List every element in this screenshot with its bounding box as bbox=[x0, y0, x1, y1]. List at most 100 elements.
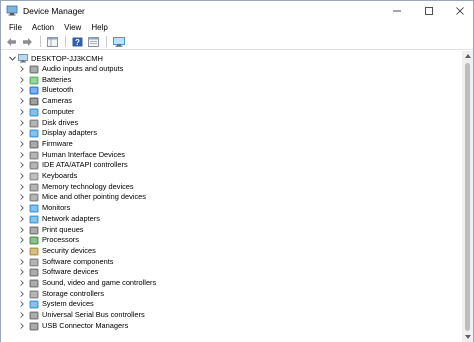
tree-item[interactable]: Software components bbox=[1, 257, 462, 268]
tree-item[interactable]: Display adapters bbox=[1, 128, 462, 139]
tree-item-label: Computer bbox=[42, 106, 75, 116]
chevron-right-icon[interactable] bbox=[19, 75, 25, 85]
menu-bar: File Action View Help bbox=[1, 21, 473, 34]
scrollbar-thumb[interactable] bbox=[465, 63, 470, 331]
chevron-right-icon[interactable] bbox=[19, 160, 25, 170]
tree-item-label: Processors bbox=[42, 235, 79, 245]
chevron-right-icon[interactable] bbox=[19, 214, 25, 224]
tree-item[interactable]: Universal Serial Bus controllers bbox=[1, 310, 462, 321]
window-title: Device Manager bbox=[23, 6, 85, 16]
tree-item[interactable]: Computer bbox=[1, 107, 462, 118]
chevron-right-icon[interactable] bbox=[19, 118, 25, 128]
bluetooth-icon bbox=[29, 86, 39, 95]
tree-item[interactable]: Software devices bbox=[1, 267, 462, 278]
maximize-icon bbox=[425, 7, 433, 15]
chevron-right-icon[interactable] bbox=[19, 267, 25, 277]
tree-item[interactable]: Processors bbox=[1, 235, 462, 246]
memory-icon bbox=[29, 183, 39, 192]
scan-monitor-icon bbox=[112, 36, 125, 47]
device-tree: DESKTOP-JJ3KCMH Audio inputs and outputs… bbox=[1, 51, 462, 342]
tree-item[interactable]: Print queues bbox=[1, 225, 462, 236]
scroll-up-button[interactable] bbox=[462, 51, 473, 61]
tree-item-label: Mice and other pointing devices bbox=[42, 192, 146, 202]
chevron-right-icon[interactable] bbox=[19, 107, 25, 117]
menu-view[interactable]: View bbox=[59, 21, 86, 34]
menu-file[interactable]: File bbox=[1, 21, 27, 34]
tree-item-label: System devices bbox=[42, 299, 94, 309]
chevron-down-icon[interactable] bbox=[8, 53, 16, 64]
chevron-right-icon[interactable] bbox=[19, 310, 25, 320]
chevron-right-icon[interactable] bbox=[19, 257, 25, 267]
tree-item[interactable]: USB Connector Managers bbox=[1, 321, 462, 332]
chevron-right-icon[interactable] bbox=[19, 128, 25, 138]
chevron-right-icon[interactable] bbox=[19, 96, 25, 106]
tree-item-label: Audio inputs and outputs bbox=[42, 64, 124, 73]
chevron-right-icon[interactable] bbox=[19, 235, 25, 245]
tree-item[interactable]: Sound, video and game controllers bbox=[1, 278, 462, 289]
properties-button[interactable] bbox=[86, 35, 101, 48]
chevron-right-icon[interactable] bbox=[19, 85, 25, 95]
minimize-icon bbox=[393, 10, 401, 12]
chevron-right-icon[interactable] bbox=[19, 171, 25, 181]
chevron-right-icon[interactable] bbox=[19, 150, 25, 160]
device-manager-window: Device Manager File Action View Help ? D… bbox=[0, 0, 474, 342]
maximize-button[interactable] bbox=[413, 1, 445, 21]
tree-item-label: Security devices bbox=[42, 245, 96, 255]
tree-item[interactable]: Batteries bbox=[1, 75, 462, 86]
chevron-right-icon[interactable] bbox=[19, 64, 25, 74]
forward-button[interactable] bbox=[20, 35, 35, 48]
close-button[interactable] bbox=[444, 1, 474, 21]
scroll-down-arrow-icon bbox=[464, 335, 471, 339]
chevron-right-icon[interactable] bbox=[19, 246, 25, 256]
tree-item-label: Cameras bbox=[42, 96, 72, 106]
tree-item[interactable]: Monitors bbox=[1, 203, 462, 214]
disk-icon bbox=[29, 119, 39, 127]
chevron-right-icon[interactable] bbox=[19, 139, 25, 149]
tree-item[interactable]: Bluetooth bbox=[1, 85, 462, 96]
tree-item[interactable]: Keyboards bbox=[1, 171, 462, 182]
audio-icon bbox=[29, 65, 39, 74]
tree-item[interactable]: Memory technology devices bbox=[1, 182, 462, 193]
scroll-down-button[interactable] bbox=[462, 332, 473, 342]
tree-item[interactable]: Disk drives bbox=[1, 118, 462, 129]
tree-item[interactable]: Mice and other pointing devices bbox=[1, 192, 462, 203]
tree-item[interactable]: Human Interface Devices bbox=[1, 150, 462, 161]
chevron-right-icon[interactable] bbox=[19, 225, 25, 235]
tree-item[interactable]: Firmware bbox=[1, 139, 462, 150]
vertical-scrollbar[interactable] bbox=[462, 51, 473, 342]
system-icon bbox=[29, 300, 39, 309]
tree-item[interactable]: IDE ATA/ATAPI controllers bbox=[1, 160, 462, 171]
toolbar: ? bbox=[1, 34, 473, 50]
computer-icon bbox=[18, 54, 28, 63]
tree-item-label: Display adapters bbox=[42, 128, 98, 138]
tree-item[interactable]: Storage controllers bbox=[1, 289, 462, 300]
chevron-right-icon[interactable] bbox=[19, 182, 25, 192]
menu-action[interactable]: Action bbox=[27, 21, 59, 34]
tree-item[interactable]: Audio inputs and outputs bbox=[1, 64, 462, 75]
tree-item-label: Keyboards bbox=[42, 171, 78, 180]
toolbar-separator bbox=[40, 36, 41, 47]
toolbar-separator bbox=[106, 36, 107, 47]
scan-hardware-button[interactable] bbox=[111, 35, 126, 48]
chevron-right-icon[interactable] bbox=[19, 278, 25, 288]
help-icon: ? bbox=[72, 37, 83, 47]
tree-item-label: Storage controllers bbox=[42, 288, 105, 298]
back-button[interactable] bbox=[4, 35, 19, 48]
tree-item-label: Universal Serial Bus controllers bbox=[42, 310, 145, 320]
chevron-right-icon[interactable] bbox=[19, 192, 25, 202]
tree-item[interactable]: Cameras bbox=[1, 96, 462, 107]
sound-icon bbox=[29, 279, 39, 288]
chevron-right-icon[interactable] bbox=[19, 321, 25, 331]
chevron-right-icon[interactable] bbox=[19, 299, 25, 309]
tree-item[interactable]: Security devices bbox=[1, 246, 462, 257]
toolbar-separator bbox=[65, 36, 66, 47]
show-hide-console-tree-button[interactable] bbox=[45, 35, 60, 48]
chevron-right-icon[interactable] bbox=[19, 203, 25, 213]
chevron-right-icon[interactable] bbox=[19, 289, 25, 299]
minimize-button[interactable] bbox=[381, 1, 413, 21]
menu-help[interactable]: Help bbox=[86, 21, 112, 34]
tree-item[interactable]: Network adapters bbox=[1, 214, 462, 225]
tree-item[interactable]: System devices bbox=[1, 299, 462, 310]
title-bar: Device Manager bbox=[1, 1, 473, 21]
help-button[interactable]: ? bbox=[70, 35, 85, 48]
